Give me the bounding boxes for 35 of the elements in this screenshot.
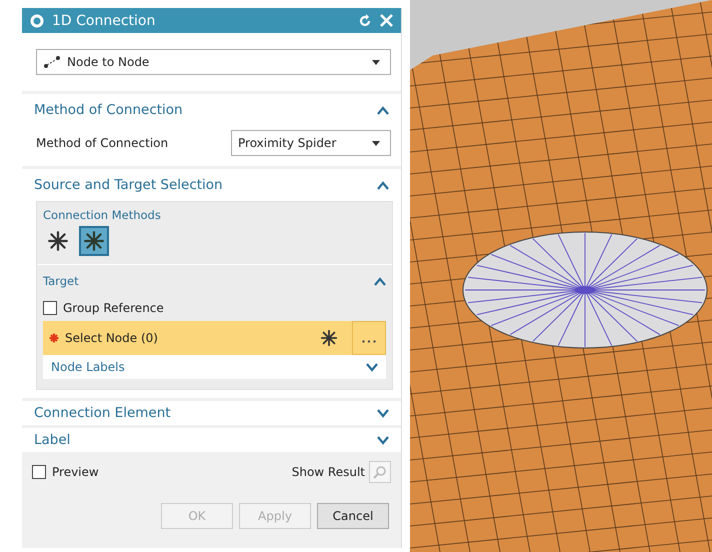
section-title: Label	[34, 432, 70, 448]
node-labels-row[interactable]: Node Labels	[43, 355, 386, 379]
show-result-label: Show Result	[292, 465, 365, 479]
checkbox-label: Group Reference	[63, 301, 164, 315]
spider-star-button[interactable]	[79, 226, 109, 256]
node-star-icon	[320, 329, 338, 347]
section-title: Method of Connection	[34, 102, 183, 118]
reset-icon[interactable]	[358, 14, 372, 28]
method-dropdown[interactable]: Proximity Spider	[231, 130, 391, 156]
group-title: Connection Methods	[42, 207, 162, 224]
checkbox[interactable]	[32, 465, 46, 479]
dialog-button[interactable]: Cancel	[317, 503, 389, 529]
collapse-chevron-icon[interactable]	[377, 106, 389, 114]
dropdown-caret-icon	[372, 140, 380, 146]
type-dropdown[interactable]: Node to Node	[36, 49, 391, 75]
select-node-label: Select Node (0)	[65, 331, 158, 345]
node-labels-title: Node Labels	[51, 360, 125, 374]
expand-chevron-icon[interactable]	[366, 362, 378, 372]
checkbox[interactable]	[43, 301, 57, 315]
window-title: 1D Connection	[52, 12, 156, 28]
close-icon[interactable]	[380, 14, 393, 27]
search-icon	[373, 465, 387, 479]
dropdown-caret-icon	[372, 60, 380, 64]
group-title: Target	[43, 274, 79, 288]
field-label: Method of Connection	[36, 136, 168, 150]
ellipsis-icon	[362, 340, 376, 343]
select-node-row[interactable]: Select Node (0)	[43, 321, 386, 355]
section-title: Source and Target Selection	[34, 177, 223, 193]
collapse-chevron-icon[interactable]	[377, 180, 389, 190]
section-title: Connection Element	[34, 405, 171, 421]
node-link-icon	[43, 55, 61, 69]
collapse-chevron-icon[interactable]	[374, 276, 386, 286]
expand-chevron-icon[interactable]	[377, 436, 389, 444]
checkbox-label: Preview	[52, 465, 99, 479]
expand-chevron-icon[interactable]	[377, 408, 389, 418]
